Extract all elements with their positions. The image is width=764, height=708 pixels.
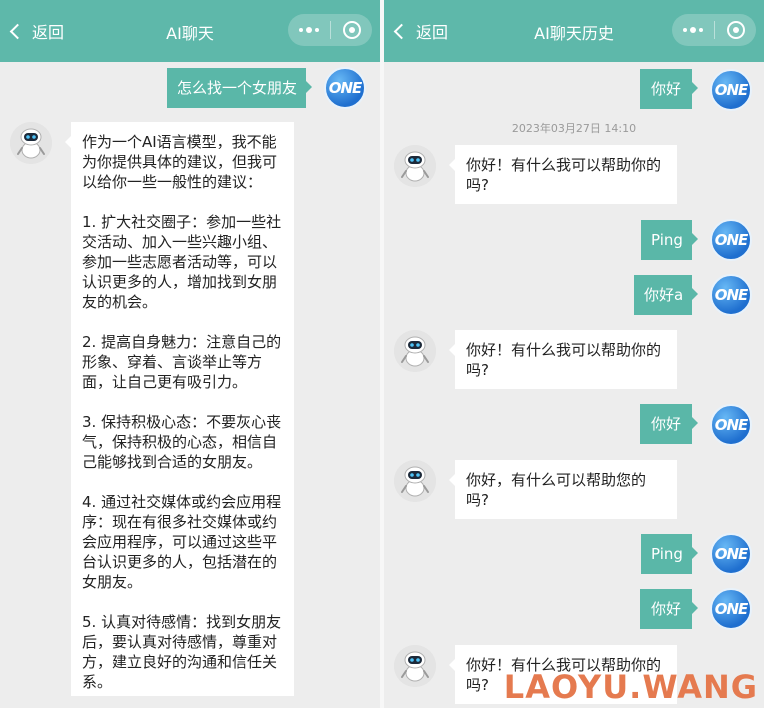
robot-icon bbox=[394, 645, 436, 687]
user-message-bubble: 你好 bbox=[640, 404, 698, 444]
dot-icon bbox=[299, 28, 303, 32]
user-message-bubble: 你好 bbox=[640, 589, 698, 629]
chat-panel: 返回 AI聊天 怎么找一个女朋友 ONE 作为一个AI语言模型，我不能 为你提供… bbox=[0, 0, 380, 708]
chat-history-panel: 返回 AI聊天历史 2023年03月27日 14:10 你好 ONE 你好！有什… bbox=[384, 0, 764, 708]
dot-icon bbox=[683, 28, 687, 32]
user-message-bubble: 你好a bbox=[634, 275, 698, 315]
bot-message-bubble: 作为一个AI语言模型，我不能 为你提供具体的建议，但我可 以给你一些一般性的建议… bbox=[65, 122, 294, 696]
avatar-text: ONE bbox=[714, 600, 749, 618]
close-mini-program-button[interactable] bbox=[715, 21, 756, 39]
user-message-bubble: 怎么找一个女朋友 bbox=[167, 68, 312, 108]
dot-icon bbox=[306, 27, 312, 33]
avatar-text: ONE bbox=[714, 545, 749, 563]
user-avatar: ONE bbox=[710, 69, 752, 111]
bot-avatar bbox=[394, 460, 436, 502]
bot-avatar bbox=[394, 330, 436, 372]
dot-icon bbox=[690, 27, 696, 33]
user-message-bubble: Ping bbox=[641, 220, 698, 260]
user-avatar: ONE bbox=[710, 404, 752, 446]
user-avatar: ONE bbox=[710, 533, 752, 575]
bot-message-bubble: 你好！有什么我可以帮助你的 吗? bbox=[449, 330, 677, 389]
message-timestamp: 2023年03月27日 14:10 bbox=[511, 122, 637, 135]
avatar-text: ONE bbox=[714, 231, 749, 249]
bot-avatar bbox=[394, 645, 436, 687]
nav-header: 返回 AI聊天历史 bbox=[384, 0, 764, 62]
robot-icon bbox=[394, 145, 436, 187]
watermark: LAOYU.WANG bbox=[503, 668, 758, 706]
nav-header: 返回 AI聊天 bbox=[0, 0, 380, 62]
target-icon bbox=[726, 21, 745, 39]
bot-message-bubble: 你好！有什么我可以帮助你的 吗? bbox=[449, 145, 677, 204]
user-message-bubble: Ping bbox=[641, 534, 698, 574]
avatar-text: ONE bbox=[328, 79, 363, 97]
user-avatar: ONE bbox=[710, 274, 752, 316]
avatar-text: ONE bbox=[714, 416, 749, 434]
robot-icon bbox=[394, 330, 436, 372]
target-icon bbox=[342, 21, 361, 39]
bot-avatar bbox=[10, 122, 52, 164]
avatar-text: ONE bbox=[714, 286, 749, 304]
user-avatar: ONE bbox=[710, 219, 752, 261]
bot-message-bubble: 你好，有什么可以帮助您的 吗? bbox=[449, 460, 677, 519]
robot-icon bbox=[394, 460, 436, 502]
more-menu-button[interactable] bbox=[672, 27, 714, 33]
dot-icon bbox=[315, 28, 319, 32]
user-avatar: ONE bbox=[710, 588, 752, 630]
user-message-bubble: 你好 bbox=[640, 69, 698, 109]
mini-program-capsule bbox=[288, 14, 372, 46]
dot-icon bbox=[699, 28, 703, 32]
more-menu-button[interactable] bbox=[288, 27, 330, 33]
mini-program-capsule bbox=[672, 14, 756, 46]
bot-avatar bbox=[394, 145, 436, 187]
close-mini-program-button[interactable] bbox=[331, 21, 372, 39]
avatar-text: ONE bbox=[714, 81, 749, 99]
user-avatar: ONE bbox=[324, 67, 366, 109]
robot-icon bbox=[10, 122, 52, 164]
